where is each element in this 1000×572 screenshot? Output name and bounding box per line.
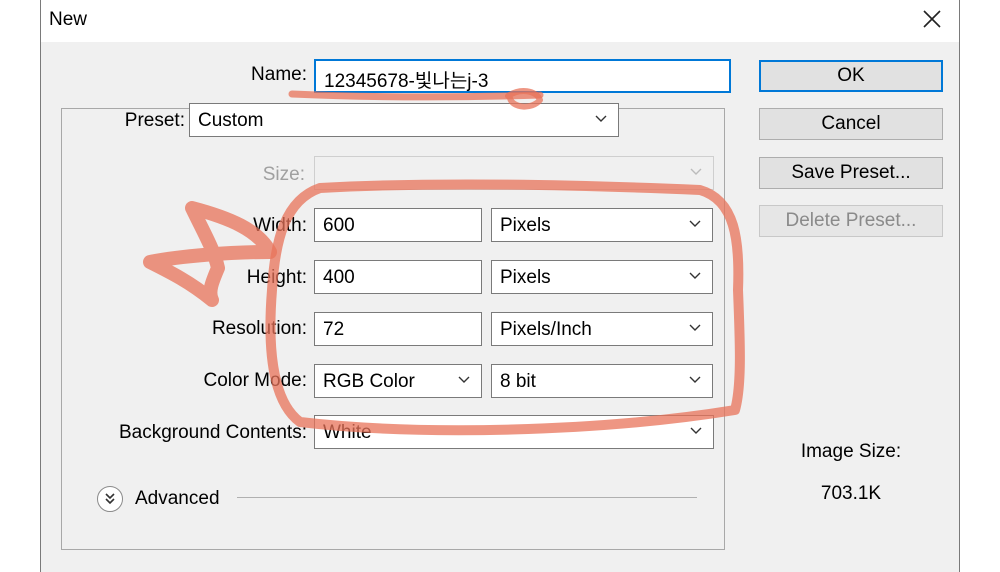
close-icon[interactable] xyxy=(919,6,945,32)
chevron-down-icon xyxy=(689,165,703,179)
dialog-title: New xyxy=(49,9,88,30)
background-contents-label: Background Contents: xyxy=(118,422,307,443)
advanced-divider xyxy=(237,497,697,498)
ok-button[interactable]: OK xyxy=(759,60,943,92)
color-mode-value: RGB Color xyxy=(323,371,415,392)
resolution-unit-select[interactable]: Pixels/Inch xyxy=(491,312,713,346)
name-label: Name: xyxy=(251,64,307,85)
name-input[interactable]: 12345678-빛나는j-3 xyxy=(314,59,731,93)
resolution-label: Resolution: xyxy=(211,318,307,339)
new-document-dialog: New Name: 12345678-빛나는j-3 Preset: Custom… xyxy=(40,0,960,572)
background-contents-select[interactable]: White xyxy=(314,415,714,449)
width-label: Width: xyxy=(253,215,307,236)
delete-preset-button: Delete Preset... xyxy=(759,205,943,237)
resolution-unit-value: Pixels/Inch xyxy=(500,319,592,340)
bit-depth-select[interactable]: 8 bit xyxy=(491,364,713,398)
height-input[interactable]: 400 xyxy=(314,260,482,294)
chevron-down-icon xyxy=(594,112,608,126)
chevron-down-icon xyxy=(688,373,702,387)
preset-label: Preset: xyxy=(107,110,187,132)
image-size-value: 703.1K xyxy=(820,483,882,504)
name-value: 12345678-빛나는j-3 xyxy=(324,71,489,92)
height-label: Height: xyxy=(246,267,307,288)
background-contents-value: White xyxy=(323,422,372,443)
resolution-input[interactable]: 72 xyxy=(314,312,482,346)
advanced-label[interactable]: Advanced xyxy=(135,488,220,510)
height-value: 400 xyxy=(323,267,355,288)
width-value: 600 xyxy=(323,215,355,236)
chevron-down-icon xyxy=(688,321,702,335)
height-unit-select[interactable]: Pixels xyxy=(491,260,713,294)
bit-depth-value: 8 bit xyxy=(500,371,536,392)
double-chevron-down-icon[interactable] xyxy=(97,486,123,512)
resolution-value: 72 xyxy=(323,319,345,340)
chevron-down-icon xyxy=(688,217,702,231)
height-unit-value: Pixels xyxy=(500,267,551,288)
title-bar: New xyxy=(41,0,959,42)
chevron-down-icon xyxy=(457,373,471,387)
chevron-down-icon xyxy=(689,424,703,438)
width-input[interactable]: 600 xyxy=(314,208,482,242)
chevron-down-icon xyxy=(688,269,702,283)
width-unit-select[interactable]: Pixels xyxy=(491,208,713,242)
image-size-label: Image Size: xyxy=(800,441,902,462)
preset-select[interactable]: Custom xyxy=(189,103,619,137)
size-label: Size: xyxy=(262,164,305,185)
color-mode-label: Color Mode: xyxy=(203,370,308,391)
save-preset-button[interactable]: Save Preset... xyxy=(759,157,943,189)
color-mode-select[interactable]: RGB Color xyxy=(314,364,482,398)
cancel-button[interactable]: Cancel xyxy=(759,108,943,140)
size-select xyxy=(314,156,714,190)
preset-value: Custom xyxy=(198,110,264,131)
width-unit-value: Pixels xyxy=(500,215,551,236)
